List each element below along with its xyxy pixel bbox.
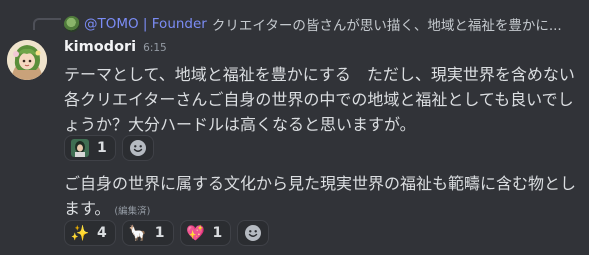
sparkling-heart-emoji: 💖: [186, 224, 205, 242]
reaction-bar: 1: [64, 135, 154, 161]
llama-emoji: 🦙: [128, 224, 148, 242]
reply-preview[interactable]: クリエイターの皆さんが思い描く、地域と福祉を豊かに...: [212, 14, 562, 34]
reaction-sparkles[interactable]: ✨ 4: [64, 220, 116, 246]
sparkles-emoji: ✨: [70, 224, 90, 242]
message-text: テーマとして、地域と福祉を豊かにする ただし、現実世界を含めない各クリエイターさ…: [64, 65, 575, 134]
avatar[interactable]: [7, 40, 47, 80]
reaction-sparkling-heart[interactable]: 💖 1: [179, 220, 232, 246]
avatar-photo-emoji: [71, 139, 89, 157]
reaction-count: 1: [212, 225, 223, 241]
edited-label: (編集済): [114, 206, 151, 217]
add-reaction-button[interactable]: [121, 135, 154, 161]
username[interactable]: kimodori: [64, 39, 136, 55]
message-text-continued: ご自身の世界に属する文化から見た現実世界の福祉も範疇に含む物とします。 (編集済): [64, 171, 584, 224]
add-reaction-button[interactable]: [237, 220, 270, 246]
smiley-icon: [129, 140, 146, 156]
reaction-count: 1: [97, 140, 107, 156]
reaction-avatar-photo[interactable]: 1: [64, 135, 116, 161]
reply-spine: [33, 18, 61, 30]
reaction-bar: ✨ 4 🦙 1 💖 1: [64, 220, 270, 246]
chat-message: @TOMO | Founder クリエイターの皆さんが思い描く、地域と福祉を豊か…: [0, 0, 589, 255]
smiley-icon: [245, 225, 262, 241]
reply-author[interactable]: @TOMO | Founder: [84, 16, 207, 32]
reaction-count: 1: [154, 225, 165, 241]
timestamp[interactable]: 6:15: [143, 42, 167, 54]
reply-avatar[interactable]: [64, 16, 80, 32]
message-header: kimodori 6:15: [64, 39, 167, 55]
reaction-count: 4: [97, 225, 107, 241]
reaction-llama[interactable]: 🦙 1: [121, 220, 174, 246]
reply-reference[interactable]: @TOMO | Founder クリエイターの皆さんが思い描く、地域と福祉を豊か…: [64, 14, 584, 34]
